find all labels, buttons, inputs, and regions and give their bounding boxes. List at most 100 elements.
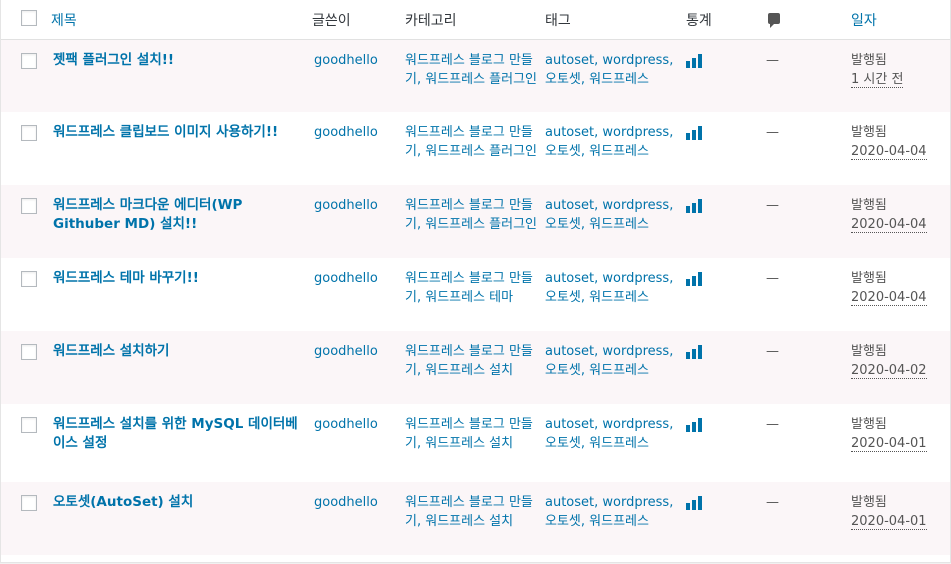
bar-chart-icon[interactable]	[686, 418, 702, 432]
bar-chart-icon[interactable]	[686, 345, 702, 359]
tag-link[interactable]: wordpress	[602, 417, 669, 432]
tag-link[interactable]: autoset	[545, 53, 594, 68]
tag-link[interactable]: 오토셋	[545, 144, 581, 159]
tag-link[interactable]: autoset	[545, 125, 594, 140]
comments-cell: —	[766, 404, 851, 482]
tag-link[interactable]: wordpress	[602, 53, 669, 68]
post-title-link[interactable]: 워드프레스 설치하기	[41, 342, 312, 361]
tag-link[interactable]: 오토셋	[545, 290, 581, 305]
separator: ,	[416, 217, 426, 232]
comments-cell: —	[766, 258, 851, 331]
category-link[interactable]: 워드프레스 설치	[425, 514, 513, 529]
row-checkbox[interactable]	[21, 52, 37, 69]
author-link[interactable]: goodhello	[312, 417, 378, 432]
tag-link[interactable]: autoset	[545, 495, 594, 510]
post-status: 발행됨	[851, 52, 887, 68]
category-link[interactable]: 워드프레스 설치	[425, 436, 513, 451]
tag-link[interactable]: 워드프레스	[589, 72, 649, 87]
column-title-label[interactable]: 제목	[41, 8, 77, 30]
categories-cell: 워드프레스 블로그 만들기, 워드프레스 설치	[405, 331, 545, 404]
post-title-link[interactable]: 워드프레스 설치를 위한 MySQL 데이터베이스 설정	[41, 415, 312, 453]
column-title-header[interactable]: 제목	[41, 0, 312, 40]
tag-link[interactable]: 워드프레스	[589, 217, 649, 232]
category-link[interactable]: 워드프레스 테마	[425, 290, 513, 305]
tag-link[interactable]: 오토셋	[545, 514, 581, 529]
stats-cell	[686, 258, 766, 331]
tag-link[interactable]: autoset	[545, 271, 594, 286]
tag-link[interactable]: 오토셋	[545, 72, 581, 87]
author-link[interactable]: goodhello	[312, 53, 378, 68]
separator: ,	[669, 52, 674, 68]
separator: ,	[580, 144, 590, 159]
category-link[interactable]: 워드프레스 플러그인	[425, 72, 537, 87]
post-title-link[interactable]: 워드프레스 테마 바꾸기!!	[41, 269, 312, 288]
tag-link[interactable]: 워드프레스	[589, 290, 649, 305]
bar-chart-icon[interactable]	[686, 272, 702, 286]
stats-cell	[686, 39, 766, 112]
tag-link[interactable]: wordpress	[602, 344, 669, 359]
bar-chart-icon[interactable]	[686, 126, 702, 140]
bar-chart-icon[interactable]	[686, 496, 702, 510]
row-checkbox[interactable]	[21, 344, 37, 360]
bar-chart-icon[interactable]	[686, 53, 702, 68]
column-date-label[interactable]: 일자	[851, 8, 877, 30]
tag-link[interactable]: wordpress	[602, 198, 669, 213]
tag-link[interactable]: 오토셋	[545, 217, 581, 232]
post-status: 발행됨	[851, 344, 887, 359]
post-date: 2020-04-04	[851, 144, 927, 160]
tags-cell: autoset, wordpress, 오토셋, 워드프레스	[545, 185, 686, 258]
tag-link[interactable]: 워드프레스	[589, 363, 649, 378]
separator: ,	[416, 290, 426, 305]
column-tags-header: 태그	[545, 0, 686, 40]
tag-link[interactable]: autoset	[545, 198, 594, 213]
tag-link[interactable]: wordpress	[602, 271, 669, 286]
column-categories-label: 카테고리	[405, 13, 457, 30]
tags-cell: autoset, wordpress, 오토셋, 워드프레스	[545, 404, 686, 482]
tag-link[interactable]: 워드프레스	[589, 144, 649, 159]
comment-bubble-icon[interactable]	[768, 12, 780, 28]
category-link[interactable]: 워드프레스 플러그인	[425, 144, 537, 159]
post-status: 발행됨	[851, 198, 887, 213]
author-link[interactable]: goodhello	[312, 125, 378, 140]
tag-list: autoset, wordpress, 오토셋, 워드프레스	[545, 112, 686, 161]
tag-link[interactable]: wordpress	[602, 125, 669, 140]
author-link[interactable]: goodhello	[312, 344, 378, 359]
row-checkbox[interactable]	[21, 125, 37, 141]
separator: ,	[669, 271, 674, 286]
comment-count: —	[766, 52, 779, 68]
separator: ,	[580, 71, 590, 87]
author-link[interactable]: goodhello	[312, 495, 378, 510]
categories-cell: 워드프레스 블로그 만들기, 워드프레스 플러그인	[405, 185, 545, 258]
separator: ,	[580, 514, 590, 529]
post-title-link[interactable]: 워드프레스 클립보드 이미지 사용하기!!	[41, 123, 312, 142]
author-cell: goodhello	[312, 112, 405, 185]
tag-link[interactable]: autoset	[545, 344, 594, 359]
row-checkbox[interactable]	[21, 495, 37, 511]
post-title-link[interactable]: 오토셋(AutoSet) 설치	[41, 493, 312, 512]
category-link[interactable]: 워드프레스 설치	[425, 363, 513, 378]
select-all-checkbox[interactable]	[21, 10, 37, 27]
column-stats-header: 통계	[686, 0, 766, 40]
author-cell: goodhello	[312, 185, 405, 258]
row-checkbox[interactable]	[21, 417, 37, 433]
tag-link[interactable]: 워드프레스	[589, 436, 649, 451]
column-tags-label: 태그	[545, 13, 571, 30]
row-checkbox[interactable]	[21, 271, 37, 287]
tag-link[interactable]: autoset	[545, 417, 594, 432]
category-link[interactable]: 워드프레스 플러그인	[425, 217, 537, 232]
comment-count: —	[766, 495, 779, 510]
tag-link[interactable]: wordpress	[602, 495, 669, 510]
tag-link[interactable]: 워드프레스	[589, 514, 649, 529]
column-comments-header[interactable]	[766, 0, 851, 40]
table-row: 젯팩 플러그인 설치!! goodhello 워드프레스 블로그 만들기, 워드…	[1, 39, 950, 112]
post-title-link[interactable]: 젯팩 플러그인 설치!!	[41, 51, 312, 70]
author-link[interactable]: goodhello	[312, 271, 378, 286]
separator: ,	[580, 217, 590, 232]
tag-link[interactable]: 오토셋	[545, 436, 581, 451]
tag-link[interactable]: 오토셋	[545, 363, 581, 378]
row-checkbox[interactable]	[21, 198, 37, 214]
column-date-header[interactable]: 일자	[851, 0, 950, 40]
bar-chart-icon[interactable]	[686, 199, 702, 213]
author-link[interactable]: goodhello	[312, 198, 378, 213]
post-title-link[interactable]: 워드프레스 마크다운 에디터(WP Githuber MD) 설치!!	[41, 196, 312, 234]
